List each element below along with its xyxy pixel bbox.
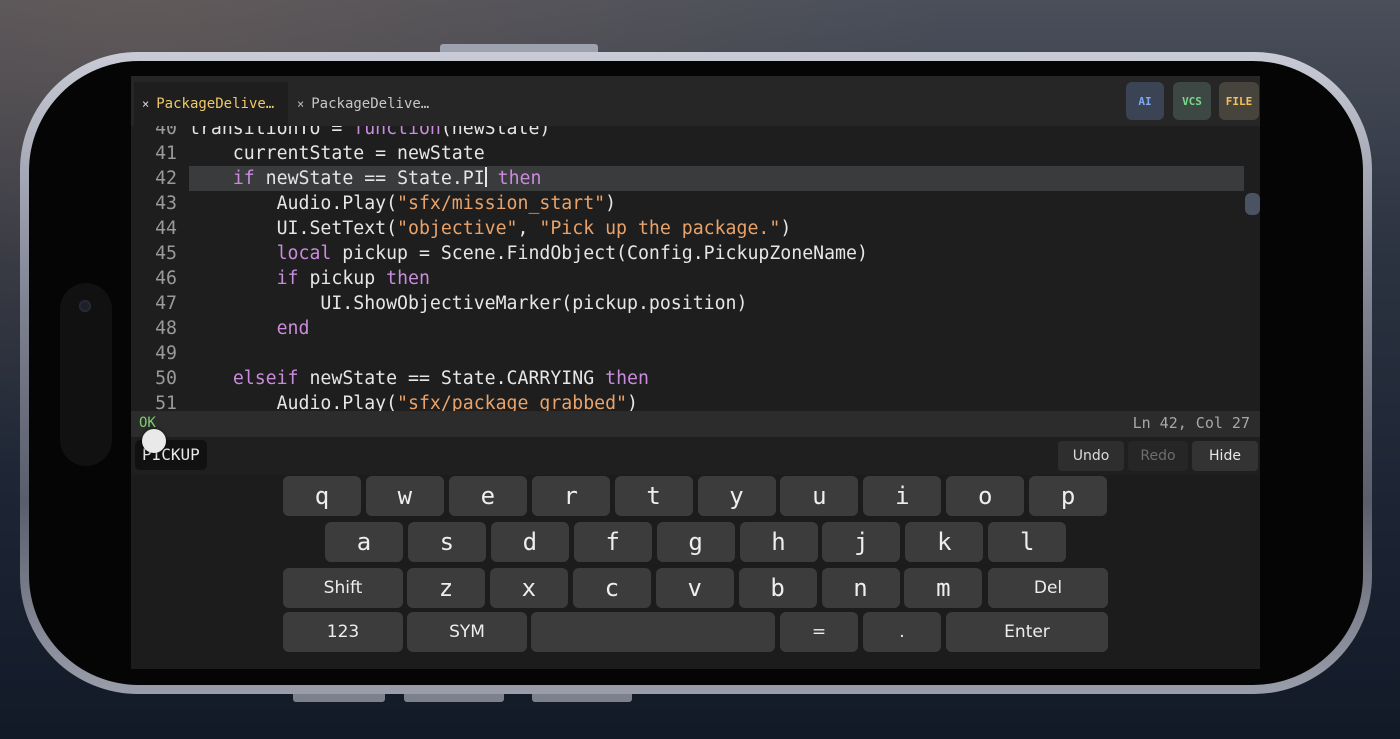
- key-h[interactable]: h: [739, 522, 818, 562]
- code-line[interactable]: 46 if pickup then: [131, 266, 1260, 291]
- key-i[interactable]: i: [863, 476, 942, 516]
- code-text: Audio.Play("sfx/package_grabbed"): [189, 393, 638, 411]
- line-number: 49: [155, 343, 177, 364]
- period-key[interactable]: .: [863, 612, 941, 652]
- ai-button[interactable]: AI: [1126, 82, 1164, 120]
- code-text: if pickup then: [276, 268, 430, 289]
- phone-volume-button: [404, 694, 504, 702]
- line-number: 44: [155, 218, 177, 239]
- key-k[interactable]: k: [905, 522, 984, 562]
- tab-bar: × PackageDelive… × PackageDelive… AI VCS…: [131, 76, 1260, 126]
- key-l[interactable]: l: [988, 522, 1067, 562]
- key-q[interactable]: q: [283, 476, 361, 516]
- phone-side-button: [440, 44, 598, 52]
- tab-package-delivery-1[interactable]: × PackageDelive…: [134, 82, 288, 126]
- code-text: UI.ShowObjectiveMarker(pickup.position): [189, 293, 748, 314]
- key-r[interactable]: r: [531, 476, 610, 516]
- line-number: 42: [155, 168, 177, 189]
- key-f[interactable]: f: [573, 522, 652, 562]
- status-bar: OK Ln 42, Col 27: [131, 411, 1260, 437]
- line-number: 50: [155, 368, 177, 389]
- suggestion-bar: PICKUP Undo Redo Hide: [131, 437, 1260, 475]
- key-z[interactable]: z: [407, 568, 485, 608]
- code-text: UI.SetText("objective", "Pick up the pac…: [189, 218, 792, 239]
- phone-volume-button: [532, 694, 632, 702]
- line-number: 48: [155, 318, 177, 339]
- tab-package-delivery-2[interactable]: × PackageDelive…: [289, 82, 447, 126]
- code-text: local pickup = Scene.FindObject(Config.P…: [276, 243, 868, 264]
- code-line[interactable]: 43 Audio.Play("sfx/mission_start"): [131, 191, 1260, 216]
- camera-icon: [79, 300, 91, 312]
- line-number: 46: [155, 268, 177, 289]
- key-b[interactable]: b: [738, 568, 817, 608]
- dynamic-island: [60, 283, 112, 466]
- file-button[interactable]: FILE: [1219, 82, 1259, 120]
- key-v[interactable]: v: [655, 568, 734, 608]
- editor-screen: × PackageDelive… × PackageDelive… AI VCS…: [131, 76, 1260, 669]
- key-c[interactable]: c: [572, 568, 651, 608]
- redo-button[interactable]: Redo: [1128, 441, 1188, 471]
- key-p[interactable]: p: [1029, 476, 1108, 516]
- code-text: if newState == State.PI then: [232, 167, 542, 189]
- code-text: elseif newState == State.CARRYING then: [232, 368, 649, 389]
- key-x[interactable]: x: [489, 568, 568, 608]
- key-d[interactable]: d: [490, 522, 569, 562]
- code-line[interactable]: 47 UI.ShowObjectiveMarker(pickup.positio…: [131, 291, 1260, 316]
- code-text: currentState = newState: [189, 143, 485, 164]
- code-editor[interactable]: 40 transitionTo = function(newState) 41 cu…: [131, 126, 1260, 411]
- key-y[interactable]: y: [697, 476, 776, 516]
- cursor-position: Ln 42, Col 27: [1132, 414, 1250, 432]
- key-j[interactable]: j: [822, 522, 901, 562]
- code-line[interactable]: 44 UI.SetText("objective", "Pick up the …: [131, 216, 1260, 241]
- code-text: transitionTo = function(newState): [189, 126, 551, 139]
- hide-keyboard-button[interactable]: Hide: [1192, 441, 1258, 471]
- key-g[interactable]: g: [656, 522, 735, 562]
- line-number: 41: [155, 143, 177, 164]
- numbers-key[interactable]: 123: [283, 612, 403, 652]
- line-number: 47: [155, 293, 177, 314]
- line-number: 45: [155, 243, 177, 264]
- key-n[interactable]: n: [821, 568, 900, 608]
- keyboard: q w e r t y u i o p a s d f g h j k l Shift z x c v b n m Del 123 SYM…: [131, 475, 1260, 669]
- line-number: 51: [155, 393, 177, 411]
- code-line[interactable]: 40 transitionTo = function(newState): [131, 126, 1260, 141]
- key-w[interactable]: w: [365, 476, 444, 516]
- code-line[interactable]: 45 local pickup = Scene.FindObject(Confi…: [131, 241, 1260, 266]
- delete-key[interactable]: Del: [988, 568, 1108, 608]
- key-e[interactable]: e: [448, 476, 527, 516]
- key-a[interactable]: a: [325, 522, 403, 562]
- enter-key[interactable]: Enter: [946, 612, 1108, 652]
- vcs-button[interactable]: VCS: [1173, 82, 1211, 120]
- code-line[interactable]: 41 currentState = newState: [131, 141, 1260, 166]
- key-u[interactable]: u: [780, 476, 859, 516]
- tab-label: PackageDelive…: [156, 96, 275, 112]
- code-line[interactable]: 50 elseif newState == State.CARRYING the…: [131, 366, 1260, 391]
- line-number: 43: [155, 193, 177, 214]
- line-number: 40: [155, 126, 177, 139]
- shift-key[interactable]: Shift: [283, 568, 403, 608]
- undo-button[interactable]: Undo: [1058, 441, 1124, 471]
- code-line[interactable]: 51 Audio.Play("sfx/package_grabbed"): [131, 391, 1260, 411]
- scrollbar-thumb[interactable]: [1245, 193, 1260, 215]
- tab-label: PackageDelive…: [311, 96, 430, 112]
- key-o[interactable]: o: [946, 476, 1025, 516]
- code-line[interactable]: 49: [131, 341, 1260, 366]
- close-icon[interactable]: ×: [297, 97, 304, 111]
- code-text: Audio.Play("sfx/mission_start"): [189, 193, 617, 214]
- close-icon[interactable]: ×: [142, 97, 149, 111]
- symbols-key[interactable]: SYM: [407, 612, 527, 652]
- text-cursor: [484, 167, 487, 187]
- key-m[interactable]: m: [904, 568, 983, 608]
- key-s[interactable]: s: [407, 522, 486, 562]
- phone-volume-button: [293, 694, 385, 702]
- equals-key[interactable]: =: [780, 612, 858, 652]
- code-line[interactable]: 42 if newState == State.PI then: [131, 166, 1260, 191]
- code-text: end: [276, 318, 310, 339]
- key-t[interactable]: t: [614, 476, 693, 516]
- touch-indicator: [142, 429, 166, 453]
- space-key[interactable]: [531, 612, 775, 652]
- code-line[interactable]: 48 end: [131, 316, 1260, 341]
